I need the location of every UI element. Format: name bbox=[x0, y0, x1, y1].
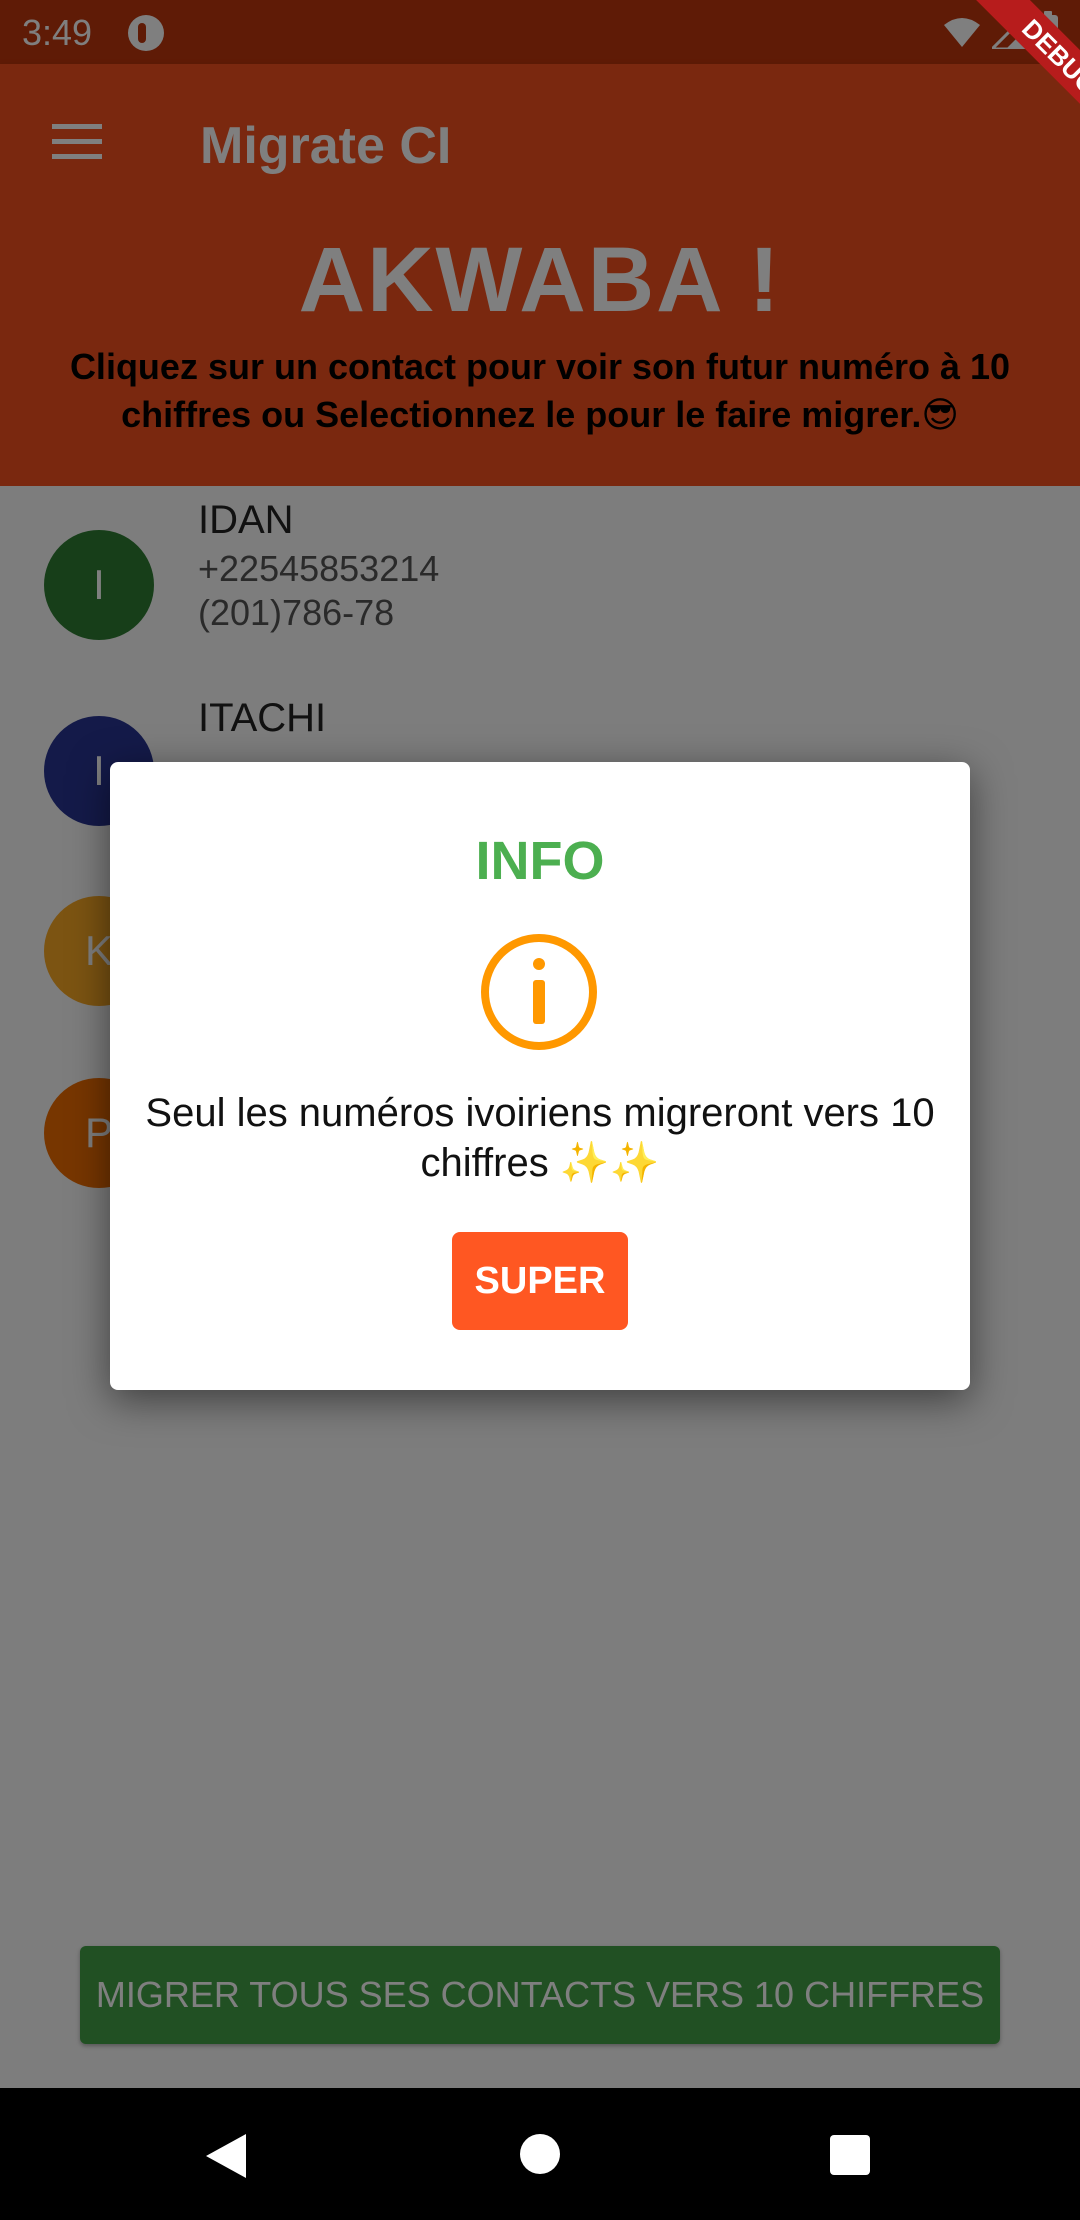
dialog-message: Seul les numéros ivoiriens migreront ver… bbox=[145, 1091, 935, 1185]
home-icon[interactable] bbox=[520, 2134, 560, 2174]
dialog-title: INFO bbox=[475, 831, 605, 891]
back-icon[interactable] bbox=[206, 2134, 246, 2178]
info-dialog: INFO Seul les numéros ivoiriens migreron… bbox=[110, 762, 970, 1390]
info-icon bbox=[481, 934, 597, 1050]
debug-banner-container: DEBUG bbox=[920, 0, 1080, 160]
super-button[interactable]: SUPER bbox=[452, 1232, 628, 1330]
system-navigation-bar bbox=[0, 2088, 1080, 2220]
recents-icon[interactable] bbox=[830, 2135, 870, 2175]
debug-banner: DEBUG bbox=[961, 0, 1080, 156]
